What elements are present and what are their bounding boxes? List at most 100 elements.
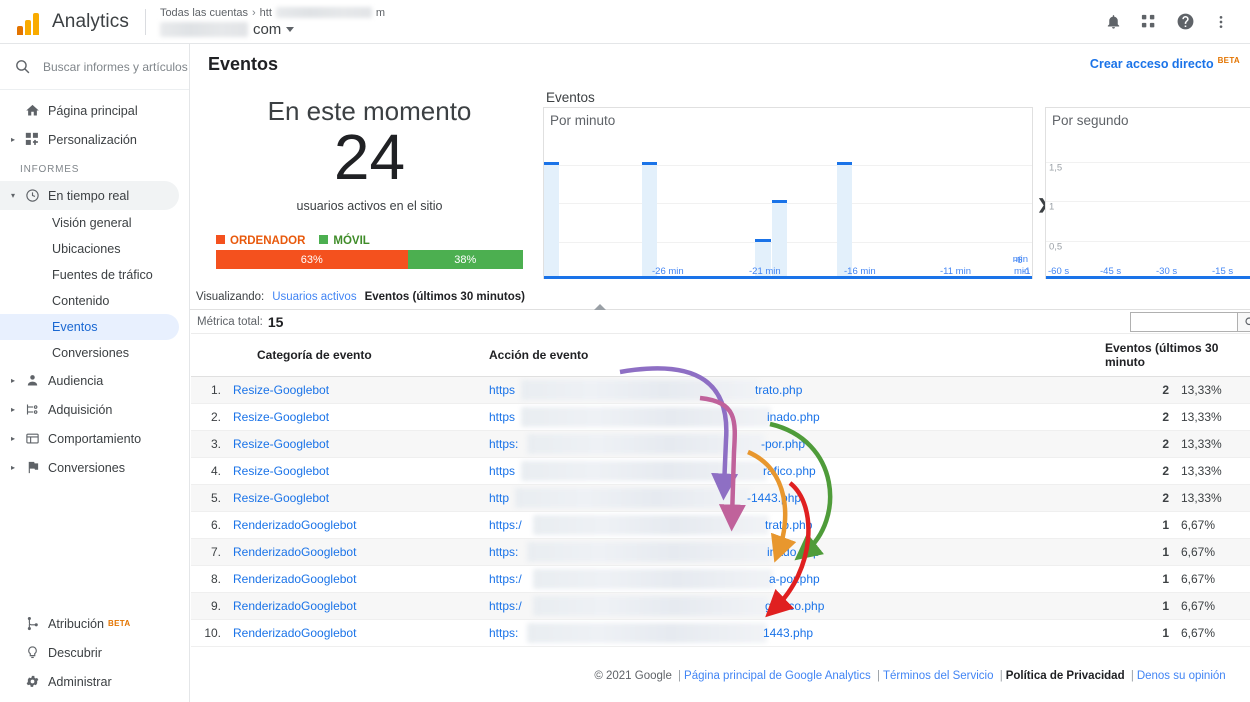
chevron-down-icon[interactable] [286,26,295,32]
table-row[interactable]: 4. Resize-Googlebot https rafico.php 2 13,33% [191,457,1250,485]
action-link-suffix[interactable]: grafico.php [765,599,824,613]
sidebar-item-comportamiento[interactable]: ▸ Comportamiento [0,424,179,453]
row-index: 7. [191,538,227,566]
action-link-suffix[interactable]: -1443.php [747,491,801,505]
category-link[interactable]: Resize-Googlebot [233,383,329,397]
gridline [544,241,1032,243]
footer-link-terms[interactable]: Términos del Servicio [883,670,994,682]
action-link[interactable]: https [489,410,515,424]
sidebar-item-conversiones[interactable]: ▸ Conversiones [0,453,179,482]
action-link[interactable]: https:/ [489,518,522,532]
action-link[interactable]: http [489,491,509,505]
action-link[interactable]: https [489,464,515,478]
sidebar-item-atribucion[interactable]: Atribución BETA [0,609,179,638]
action-link[interactable]: https: [489,545,518,559]
sidebar-item-vision-general[interactable]: Visión general [0,210,179,236]
device-bar-desktop[interactable]: 63% [216,250,408,269]
sidebar-item-eventos[interactable]: Eventos [0,314,179,340]
chart-bar[interactable] [544,164,560,279]
category-link[interactable]: Resize-Googlebot [233,437,329,451]
row-category: RenderizadoGooglebot [227,592,483,620]
sidebar-item-fuentes-de-trafico[interactable]: Fuentes de tráfico [0,262,179,288]
table-row[interactable]: 10. RenderizadoGooglebot https: 1443.php 1 6,… [191,619,1250,647]
table-row[interactable]: 9. RenderizadoGooglebot https:/ grafico.php… [191,592,1250,620]
action-link[interactable]: https:/ [489,599,522,613]
action-link-suffix[interactable]: -por.php [761,437,805,451]
category-link[interactable]: Resize-Googlebot [233,410,329,424]
device-bar-mobile[interactable]: 38% [407,250,523,269]
expander-right-icon[interactable]: ▸ [6,434,20,443]
th-categoria[interactable]: Categoría de evento [227,334,483,377]
category-link[interactable]: RenderizadoGooglebot [233,545,356,559]
search-input[interactable] [1131,313,1249,331]
table-row[interactable]: 6. RenderizadoGooglebot https:/ trato.php 1 6… [191,511,1250,539]
sidebar-item-contenido[interactable]: Contenido [0,288,179,314]
action-link[interactable]: https: [489,437,518,451]
expander-right-icon[interactable]: ▸ [6,463,20,472]
action-link-suffix[interactable]: inado.php [767,545,820,559]
table-row[interactable]: 8. RenderizadoGooglebot https:/ a-por.php 1 6… [191,565,1250,593]
sidebar-item-ubicaciones[interactable]: Ubicaciones [0,236,179,262]
chart-bar[interactable] [641,164,657,279]
category-link[interactable]: RenderizadoGooglebot [233,626,356,640]
expander-down-icon[interactable]: ▾ [6,191,20,200]
th-accion[interactable]: Acción de evento [483,334,1099,377]
help-icon[interactable] [1170,7,1200,37]
action-link[interactable]: https:/ [489,572,522,586]
footer-link-privacy[interactable]: Política de Privacidad [1006,670,1125,682]
apps-grid-icon[interactable] [1134,7,1164,37]
row-index: 2. [191,403,227,431]
action-link[interactable]: https [489,383,515,397]
breadcrumb-all-accounts[interactable]: Todas las cuentas [160,7,248,19]
sidebar-item-pagina-principal[interactable]: Página principal [0,96,179,125]
table-row[interactable]: 3. Resize-Googlebot https: -por.php 2 13,33% [191,430,1250,458]
sidebar-item-personalizacion[interactable]: ▸ Personalización [0,125,179,154]
category-link[interactable]: RenderizadoGooglebot [233,599,356,613]
table-row[interactable]: 1. Resize-Googlebot https trato.php 2 13,33% [191,376,1250,404]
category-link[interactable]: RenderizadoGooglebot [233,518,356,532]
chart-bar[interactable] [836,164,853,279]
search-icon[interactable] [1237,312,1250,332]
sidebar-item-audiencia[interactable]: ▸ Audiencia [0,366,179,395]
sidebar-search[interactable]: Buscar informes y artículos [0,44,189,90]
table-row[interactable]: 5. Resize-Googlebot http -1443.php 2 13,33% [191,484,1250,512]
row-index: 6. [191,511,227,539]
sidebar-item-en-tiempo-real[interactable]: ▾ En tiempo real [0,181,179,210]
footer-link-feedback[interactable]: Denos su opinión [1137,670,1226,682]
action-link-suffix[interactable]: a-por.php [769,572,820,586]
more-vert-icon[interactable] [1206,7,1236,37]
row-category: Resize-Googlebot [227,484,483,512]
table-row[interactable]: 7. RenderizadoGooglebot https: inado.php 1 6,… [191,538,1250,566]
th-eventos[interactable]: Eventos (últimos 30 minuto [1099,334,1250,377]
expander-right-icon[interactable]: ▸ [6,376,20,385]
action-link[interactable]: https: [489,626,518,640]
sidebar-search-input[interactable]: Buscar informes y artículos [43,60,188,74]
create-shortcut-button[interactable]: Crear acceso directo BETA [1090,56,1250,71]
viewing-option-usuarios-activos[interactable]: Usuarios activos [272,291,356,303]
viewing-option-eventos[interactable]: Eventos (últimos 30 minutos) [365,291,525,303]
category-link[interactable]: Resize-Googlebot [233,464,329,478]
row-action: https:/ a-por.php [483,565,1099,593]
action-link-suffix[interactable]: trato.php [755,383,802,397]
expander-right-icon[interactable]: ▸ [6,135,20,144]
account-name-row[interactable]: com [159,21,385,38]
footer-link-home[interactable]: Página principal de Google Analytics [684,670,871,682]
action-link-suffix[interactable]: rafico.php [763,464,816,478]
action-link-suffix[interactable]: trato.php [765,518,812,532]
expander-right-icon[interactable]: ▸ [6,405,20,414]
table-search[interactable] [1130,312,1250,332]
account-selector[interactable]: Todas las cuentas › htt m com [146,6,385,38]
events-table: Categoría de evento Acción de evento Eve… [191,334,1250,647]
sidebar-item-adquisicion[interactable]: ▸ Adquisición [0,395,179,424]
sidebar-item-administrar[interactable]: Administrar [0,667,179,696]
table-row[interactable]: 2. Resize-Googlebot https inado.php 2 13,33% [191,403,1250,431]
category-link[interactable]: Resize-Googlebot [233,491,329,505]
row-index: 5. [191,484,227,512]
category-link[interactable]: RenderizadoGooglebot [233,572,356,586]
bell-icon[interactable] [1098,7,1128,37]
sidebar-item-conversiones-rt[interactable]: Conversiones [0,340,179,366]
action-link-suffix[interactable]: 1443.php [763,626,813,640]
action-link-suffix[interactable]: inado.php [767,410,820,424]
row-index: 8. [191,565,227,593]
sidebar-item-descubrir[interactable]: Descubrir [0,638,179,667]
